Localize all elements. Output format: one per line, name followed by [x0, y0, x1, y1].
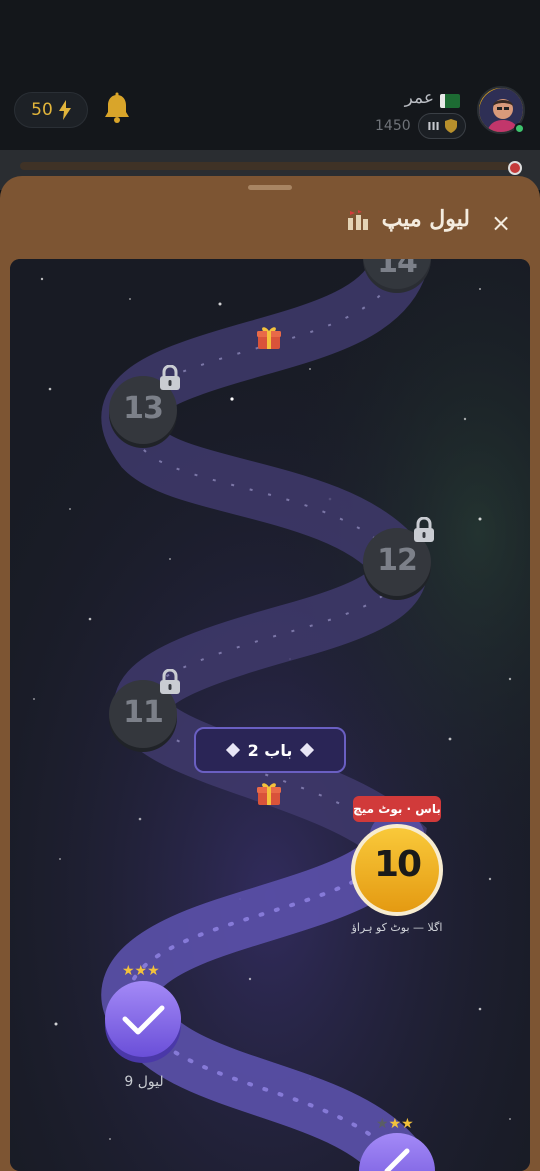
diamond-icon	[300, 742, 315, 758]
energy-counter[interactable]: 50	[14, 92, 88, 128]
background-board-rail	[20, 162, 510, 170]
record-indicator	[508, 161, 522, 175]
level-map[interactable]: 14 13 12 11 باب 2 باس · بوٹ میچ 10 اگلا …	[10, 259, 530, 1171]
player-name: عمر	[404, 88, 434, 108]
level-8-star-empty: ★	[376, 1116, 389, 1132]
level-8-stars: ★★★	[376, 1116, 414, 1132]
map-canvas	[10, 259, 530, 1171]
level-10-label: 10	[373, 844, 422, 885]
lock-icon	[160, 365, 180, 390]
player-rating: 1450	[375, 118, 411, 134]
level-9-label: لیول 9	[124, 1074, 164, 1090]
sheet-title-text: لیول میپ	[381, 206, 470, 232]
chapter-banner: باب 2	[194, 727, 346, 773]
diamond-icon	[225, 742, 240, 758]
level-8-stars-filled: ★★	[388, 1116, 414, 1132]
rank-badge[interactable]: III	[418, 113, 466, 139]
level-9-stars: ★★★	[122, 963, 160, 979]
level-13-label: 13	[123, 391, 164, 426]
gift-icon[interactable]	[256, 780, 282, 806]
online-status-dot	[514, 123, 525, 134]
lightning-icon	[58, 100, 71, 120]
energy-value: 50	[31, 100, 53, 120]
lock-icon	[414, 517, 434, 542]
lock-icon	[160, 669, 180, 694]
boss-tag: باس · بوٹ میچ	[353, 796, 441, 822]
level-12-label: 12	[377, 543, 418, 578]
bell-icon[interactable]	[102, 92, 132, 124]
boss-subtitle: اگلا — بوٹ کو ہراؤ	[351, 921, 443, 934]
castle-flags-icon	[347, 210, 368, 230]
rank-bars: III	[427, 119, 440, 133]
shield-icon	[444, 119, 457, 133]
sheet-drag-handle[interactable]	[248, 185, 292, 190]
level-11-label: 11	[123, 695, 164, 730]
gift-icon[interactable]	[256, 324, 282, 350]
sheet-title: لیول میپ	[330, 206, 470, 232]
close-button[interactable]: ×	[488, 210, 514, 236]
level-node-9-completed[interactable]	[105, 981, 181, 1063]
pakistan-flag-icon	[440, 94, 460, 108]
chapter-label: باب 2	[247, 740, 293, 760]
level-14-label: 14	[377, 259, 418, 280]
